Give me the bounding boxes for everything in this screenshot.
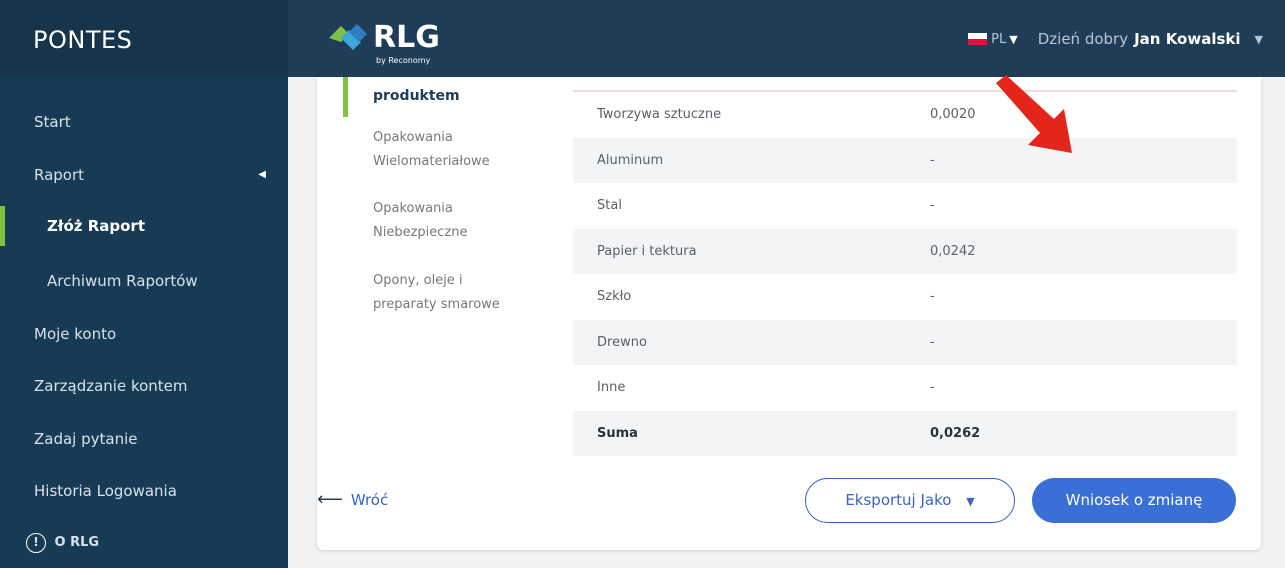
material-name: Papier i tektura	[597, 243, 697, 259]
top-bar: PONTES RLG by Reconomy PL ▼ Dzień dobry …	[0, 0, 1285, 77]
language-selector[interactable]: PL	[991, 32, 1006, 47]
user-menu-caret-icon[interactable]: ▼	[1255, 33, 1263, 46]
material-name: Inne	[597, 380, 626, 395]
sidebar-item-label: Archiwum Raportów	[47, 272, 198, 290]
material-value: -	[930, 289, 935, 304]
sidebar-item-label: Raport	[34, 166, 85, 184]
request-change-button[interactable]: Wniosek o zmianę	[1032, 478, 1236, 523]
back-label: Wróć	[350, 490, 389, 509]
sidebar-item-archiwum[interactable]: Archiwum Raportów	[0, 255, 288, 307]
material-value: -	[930, 380, 935, 395]
sidebar-item-label: Start	[34, 113, 71, 131]
report-card: produktem Opakowania Wielomateriałowe Op…	[317, 75, 1261, 550]
sidebar: Start Raport ◀ Złóż Raport Archiwum Rapo…	[0, 77, 288, 568]
rlg-logo-icon	[329, 24, 367, 50]
sidebar-item-label: Moje konto	[34, 325, 117, 343]
info-icon: !	[26, 532, 46, 553]
sidebar-item-start[interactable]: Start	[0, 96, 288, 148]
header-right: PL ▼ Dzień dobry Jan Kowalski ▼	[968, 30, 1263, 48]
table-row: Drewno -	[573, 319, 1237, 365]
sidebar-item-zadaj-pytanie[interactable]: Zadaj pytanie	[0, 413, 288, 465]
sidebar-item-label: Złóż Raport	[47, 217, 145, 235]
logo-text: RLG	[373, 20, 440, 55]
arrow-left-icon: ⟵	[317, 489, 343, 510]
total-value: 0,0262	[930, 425, 981, 441]
category-opony-oleje[interactable]: Opony, oleje i preparaty smarowe	[373, 269, 523, 317]
category-active-indicator	[343, 77, 348, 117]
table-row: Tworzywa sztuczne 0,0020	[573, 92, 1237, 138]
back-link[interactable]: ⟵ Wróć	[317, 489, 388, 510]
materials-table: Tworzywa sztuczne 0,0020 Aluminum - Stal…	[573, 90, 1237, 456]
brand-name[interactable]: PONTES	[0, 0, 288, 77]
material-name: Stal	[597, 198, 622, 213]
chevron-down-icon: ▼	[966, 495, 975, 508]
material-value: -	[930, 152, 935, 168]
collapse-caret-icon: ◀	[258, 169, 266, 180]
sidebar-item-raport[interactable]: Raport ◀	[0, 149, 288, 201]
table-row: Inne -	[573, 365, 1237, 411]
poland-flag-icon[interactable]	[968, 33, 988, 45]
total-label: Suma	[597, 425, 638, 441]
export-label: Eksportuj Jako	[845, 491, 952, 509]
language-caret-icon[interactable]: ▼	[1009, 33, 1017, 46]
sidebar-item-label: Zadaj pytanie	[34, 430, 138, 448]
logo-subtitle: by Reconomy	[376, 56, 431, 65]
table-row: Papier i tektura 0,0242	[573, 228, 1237, 274]
sidebar-item-moje-konto[interactable]: Moje konto	[0, 308, 288, 360]
material-name: Tworzywa sztuczne	[597, 107, 722, 122]
sidebar-item-label: O RLG	[54, 535, 100, 550]
table-row: Aluminum -	[573, 137, 1237, 183]
material-value: 0,0020	[930, 107, 976, 122]
table-row: Szkło -	[573, 274, 1237, 320]
sidebar-item-historia[interactable]: Historia Logowania	[0, 465, 288, 517]
category-produktem[interactable]: produktem	[373, 84, 553, 108]
category-niebezpieczne[interactable]: Opakowania Niebezpieczne	[373, 197, 503, 245]
material-value: -	[930, 334, 935, 350]
sidebar-item-zarzadzanie[interactable]: Zarządzanie kontem	[0, 360, 288, 412]
app-root: PONTES RLG by Reconomy PL ▼ Dzień dobry …	[0, 0, 1285, 568]
category-wielomaterialowe[interactable]: Opakowania Wielomateriałowe	[373, 126, 523, 174]
sidebar-item-label: Historia Logowania	[34, 482, 177, 500]
material-value: 0,0242	[930, 243, 976, 259]
material-name: Aluminum	[597, 152, 664, 168]
greeting-text: Dzień dobry	[1037, 30, 1129, 48]
user-name[interactable]: Jan Kowalski	[1134, 30, 1240, 48]
sidebar-item-zloz-raport[interactable]: Złóż Raport	[0, 200, 288, 252]
table-total-row: Suma 0,0262	[573, 410, 1237, 456]
sidebar-item-o-rlg[interactable]: ! O RLG	[0, 517, 288, 568]
table-row: Stal -	[573, 183, 1237, 229]
sidebar-item-label: Zarządzanie kontem	[34, 377, 188, 395]
red-arrow-icon	[996, 75, 1072, 153]
material-name: Drewno	[597, 334, 647, 350]
material-value: -	[930, 198, 935, 213]
export-button[interactable]: Eksportuj Jako ▼	[805, 478, 1015, 523]
material-name: Szkło	[597, 289, 632, 304]
